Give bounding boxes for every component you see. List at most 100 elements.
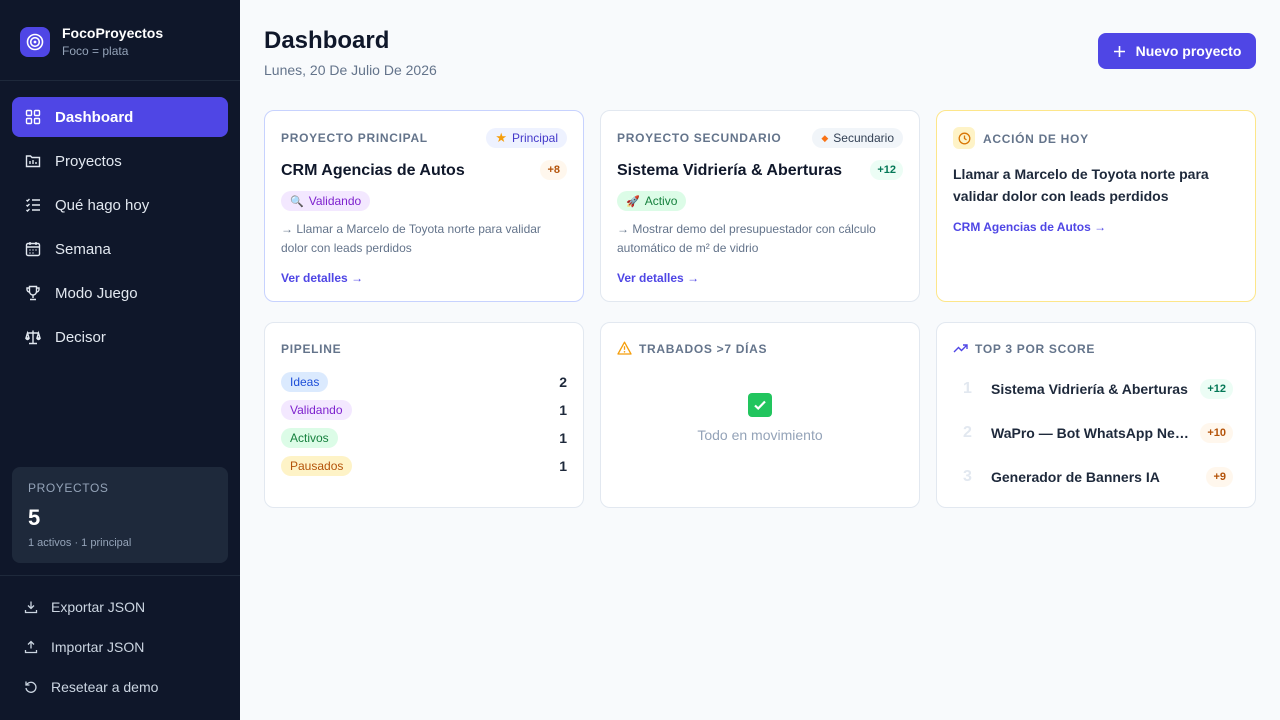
diamond-icon: ◆ — [821, 132, 829, 143]
trending-up-icon — [953, 344, 968, 353]
pipeline-row[interactable]: Activos 1 — [281, 428, 567, 448]
stage-pill: Activos — [281, 428, 338, 448]
rocket-icon: 🚀 — [626, 195, 640, 208]
next-action-text: → Mostrar demo del presupuestador con cá… — [617, 222, 876, 255]
main-nav: Dashboard Proyectos Qué hago hoy Semana … — [12, 97, 228, 361]
project-name: Sistema Vidriería & Aberturas — [617, 162, 842, 179]
pipeline-card: PIPELINE Ideas 2 Validando 1 Activos 1 P… — [264, 322, 584, 508]
nav-item-semana[interactable]: Semana — [12, 229, 228, 269]
pipeline-row[interactable]: Ideas 2 — [281, 372, 567, 392]
pipeline-row[interactable]: Pausados 1 — [281, 456, 567, 476]
nav-item-decisor[interactable]: Decisor — [12, 317, 228, 357]
nav-item-proyectos[interactable]: Proyectos — [12, 141, 228, 181]
trophy-icon — [26, 285, 40, 301]
status-label: Validando — [308, 194, 362, 208]
nav-item-dashboard[interactable]: Dashboard — [12, 97, 228, 137]
new-project-button[interactable]: Nuevo proyecto — [1098, 33, 1256, 69]
principal-project-card[interactable]: PROYECTO PRINCIPAL ★ Principal CRM Agenc… — [264, 110, 584, 302]
stage-pill: Validando — [281, 400, 352, 420]
project-name: CRM Agencias de Autos — [281, 162, 465, 179]
new-project-label: Nuevo proyecto — [1135, 43, 1242, 59]
details-link[interactable]: Ver detalles → — [617, 271, 699, 285]
arrow-right-icon: → — [1094, 220, 1107, 234]
nav-label: Dashboard — [55, 108, 134, 126]
star-icon: ★ — [495, 130, 507, 145]
rank: 3 — [963, 468, 972, 485]
stage-pill: Ideas — [281, 372, 329, 392]
stats-title: PROYECTOS — [28, 481, 109, 495]
download-icon — [24, 601, 38, 614]
target-logo-icon — [20, 27, 50, 57]
details-label: Ver detalles — [617, 271, 684, 285]
stalled-projects-card: TRABADOS >7 DÍAS Todo en movimiento — [600, 322, 920, 508]
import-json-button[interactable]: Importar JSON — [24, 632, 158, 662]
card-label: ACCIÓN DE HOY — [983, 132, 1089, 146]
status-label: Activo — [644, 194, 678, 208]
sidebar-divider — [0, 575, 240, 576]
project-name: Generador de Banners IA — [991, 469, 1160, 485]
nav-item-que-hago-hoy[interactable]: Qué hago hoy — [12, 185, 228, 225]
page-title: Dashboard — [264, 27, 390, 54]
calendar-icon — [25, 242, 41, 257]
folder-chart-icon — [25, 155, 41, 168]
grid-icon — [25, 109, 41, 125]
rank: 1 — [963, 380, 972, 397]
arrow-right-icon: → — [351, 271, 364, 285]
arrow-right-icon: → — [687, 271, 700, 285]
card-label: PIPELINE — [281, 342, 342, 356]
stats-subtitle: 1 activos · 1 principal — [28, 537, 132, 549]
card-label: TRABADOS >7 DÍAS — [639, 342, 768, 356]
magnifier-icon: 🔍 — [290, 195, 304, 208]
principal-badge: ★ Principal — [486, 128, 567, 148]
brand-name: FocoProyectos — [62, 25, 164, 41]
status-badge: 🚀 Activo — [617, 191, 687, 211]
reset-demo-button[interactable]: Resetear a demo — [24, 672, 158, 702]
project-name: WaPro — Bot WhatsApp Negocios — [991, 425, 1196, 441]
rank: 2 — [963, 424, 972, 441]
secondary-badge: ◆ Secundario — [812, 128, 903, 148]
score-badge: +8 — [540, 160, 567, 180]
stage-count: 1 — [559, 458, 567, 474]
projects-stats-box: PROYECTOS 5 1 activos · 1 principal — [12, 467, 228, 563]
project-name: Sistema Vidriería & Aberturas — [991, 381, 1188, 397]
checkmark-icon — [748, 393, 772, 417]
card-label: TOP 3 POR SCORE — [975, 342, 1096, 356]
stats-count: 5 — [28, 505, 41, 530]
page-date: Lunes, 20 De Julio De 2026 — [264, 62, 437, 78]
nav-label: Semana — [55, 240, 111, 258]
top3-row[interactable]: 3 Generador de Banners IA +9 — [963, 467, 1233, 487]
export-json-button[interactable]: Exportar JSON — [24, 592, 158, 622]
secondary-project-card[interactable]: PROYECTO SECUNDARIO ◆ Secundario Sistema… — [600, 110, 920, 302]
stage-count: 1 — [559, 430, 567, 446]
status-badge: 🔍 Validando — [281, 191, 371, 211]
badge-label: Secundario — [833, 131, 894, 145]
export-label: Exportar JSON — [51, 599, 146, 615]
list-check-icon — [26, 198, 40, 212]
score-badge: +12 — [870, 160, 903, 180]
upload-icon — [24, 640, 38, 654]
top3-row[interactable]: 1 Sistema Vidriería & Aberturas +12 — [963, 379, 1233, 399]
today-action-text: Llamar a Marcelo de Toyota norte para va… — [953, 166, 1209, 204]
plus-icon — [1113, 45, 1125, 57]
top3-row[interactable]: 2 WaPro — Bot WhatsApp Negocios +10 — [963, 423, 1233, 443]
warning-icon — [617, 341, 632, 355]
pipeline-row[interactable]: Validando 1 — [281, 400, 567, 420]
project-link-label: CRM Agencias de Autos — [953, 220, 1091, 234]
nav-item-modo-juego[interactable]: Modo Juego — [12, 273, 228, 313]
stage-count: 1 — [559, 402, 567, 418]
next-action-text: → Llamar a Marcelo de Toyota norte para … — [281, 222, 541, 255]
top3-card: TOP 3 POR SCORE 1 Sistema Vidriería & Ab… — [936, 322, 1256, 508]
scale-icon — [25, 330, 41, 345]
card-label: PROYECTO PRINCIPAL — [281, 131, 428, 145]
project-link[interactable]: CRM Agencias de Autos → — [953, 220, 1106, 234]
brand[interactable]: FocoProyectos Foco = plata — [20, 25, 163, 59]
details-link[interactable]: Ver detalles → — [281, 271, 363, 285]
today-action-card: ACCIÓN DE HOY Llamar a Marcelo de Toyota… — [936, 110, 1256, 302]
card-label: PROYECTO SECUNDARIO — [617, 131, 782, 145]
score-badge: +9 — [1206, 467, 1233, 487]
empty-state-text: Todo en movimiento — [697, 427, 823, 443]
details-label: Ver detalles — [281, 271, 348, 285]
nav-label: Qué hago hoy — [55, 196, 150, 214]
brand-tagline: Foco = plata — [62, 44, 129, 58]
clock-icon — [953, 127, 975, 149]
